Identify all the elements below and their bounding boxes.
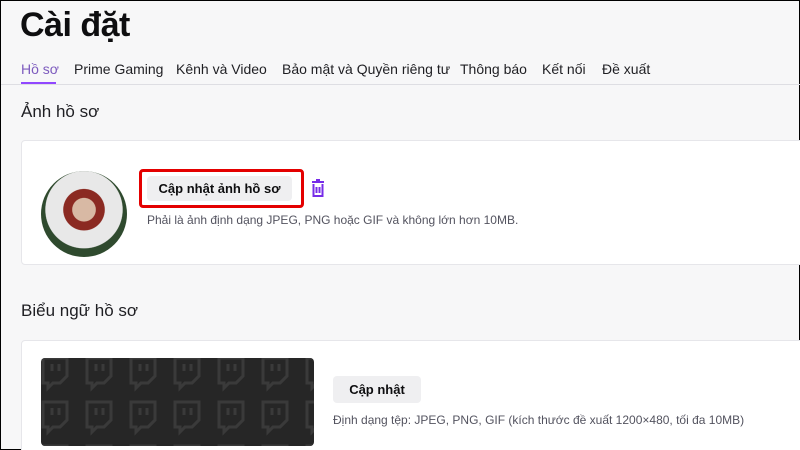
- profile-picture-card: [21, 140, 800, 265]
- profile-banner-hint: Định dạng tệp: JPEG, PNG, GIF (kích thướ…: [333, 413, 745, 427]
- active-tab-indicator: [21, 82, 56, 84]
- tab-prime-gaming[interactable]: Prime Gaming: [74, 61, 163, 77]
- trash-icon[interactable]: [310, 179, 326, 198]
- profile-banner-title: Biểu ngữ hồ sơ: [21, 301, 139, 320]
- settings-tabs: Hồ sơ Prime Gaming Kênh và Video Bảo mật…: [1, 57, 800, 85]
- profile-picture-hint: Phải là ảnh định dạng JPEG, PNG hoặc GIF…: [147, 213, 519, 227]
- banner-preview: [41, 358, 314, 446]
- profile-picture-title: Ảnh hồ sơ: [21, 102, 100, 121]
- tab-notifications[interactable]: Thông báo: [460, 61, 527, 77]
- tab-channel-video[interactable]: Kênh và Video: [176, 61, 267, 77]
- update-banner-button[interactable]: Cập nhật: [333, 376, 421, 403]
- tab-recommendations[interactable]: Đề xuất: [602, 61, 650, 77]
- avatar: [41, 171, 127, 257]
- update-profile-picture-button[interactable]: Cập nhật ảnh hồ sơ: [147, 176, 292, 201]
- tab-security-privacy[interactable]: Bảo mật và Quyền riêng tư: [282, 61, 450, 77]
- tab-connections[interactable]: Kết nối: [542, 61, 586, 77]
- tab-profile[interactable]: Hồ sơ: [21, 61, 59, 77]
- twitch-pattern-icon: [41, 358, 314, 446]
- page-title: Cài đặt: [20, 6, 130, 44]
